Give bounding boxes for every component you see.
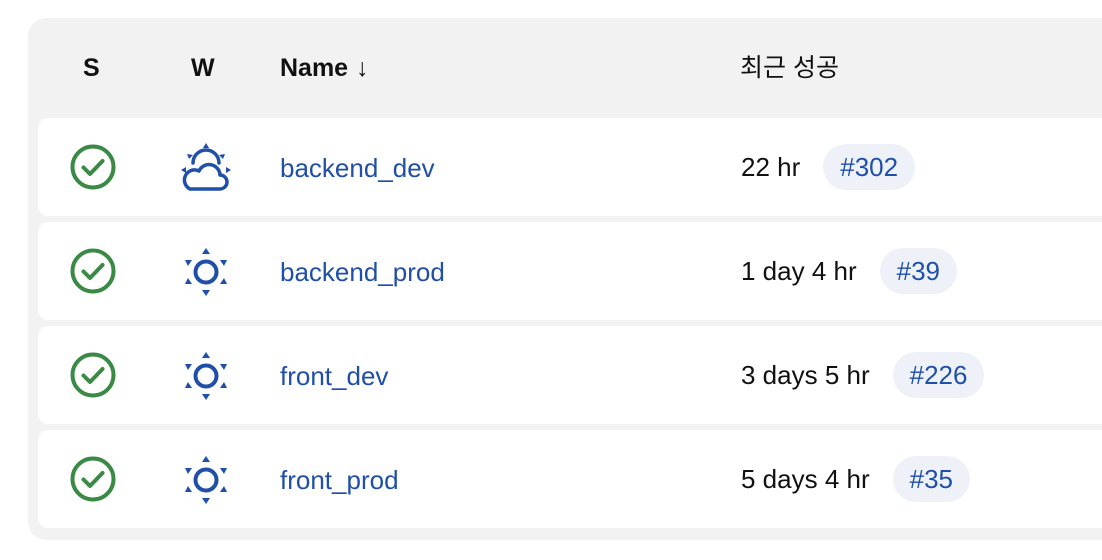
last-success-duration: 3 days 5 hr [741,359,870,390]
header-name[interactable]: Name ↓ [280,54,369,82]
build-badge[interactable]: #35 [892,456,971,502]
build-badge[interactable]: #226 [892,352,985,398]
table-row: backend_dev 22 hr #302 [38,118,1102,216]
sunny-icon [185,352,227,400]
job-link[interactable]: front_dev [280,362,388,390]
header-weather[interactable]: W [191,54,215,82]
table-header: S W Name ↓ 최근 성공 [28,18,1102,116]
success-check-icon [70,456,116,502]
build-badge[interactable]: #39 [879,248,958,294]
job-link[interactable]: front_prod [280,466,399,494]
last-success-cell: 22 hr #302 [741,144,916,190]
last-success-cell: 1 day 4 hr #39 [741,248,958,294]
job-link[interactable]: backend_dev [280,154,435,182]
build-badge[interactable]: #302 [823,144,916,190]
last-success-duration: 22 hr [741,151,801,182]
last-success-cell: 5 days 4 hr #35 [741,456,971,502]
partly-cloudy-icon [181,143,231,191]
last-success-duration: 1 day 4 hr [741,255,857,286]
last-success-duration: 5 days 4 hr [741,463,870,494]
table-row: backend_prod 1 day 4 hr #39 [38,222,1102,320]
success-check-icon [70,144,116,190]
header-last-success[interactable]: 최근 성공 [740,54,839,82]
job-table: S W Name ↓ 최근 성공 backend_dev 22 hr #302 … [28,18,1102,540]
sunny-icon [185,248,227,296]
header-status[interactable]: S [83,54,100,82]
header-name-label: Name [280,54,349,82]
last-success-cell: 3 days 5 hr #226 [741,352,985,398]
table-row: front_prod 5 days 4 hr #35 [38,430,1102,528]
table-row: front_dev 3 days 5 hr #226 [38,326,1102,424]
sunny-icon [185,456,227,504]
job-link[interactable]: backend_prod [280,258,445,286]
success-check-icon [70,352,116,398]
success-check-icon [70,248,116,294]
sort-down-icon: ↓ [356,54,369,82]
